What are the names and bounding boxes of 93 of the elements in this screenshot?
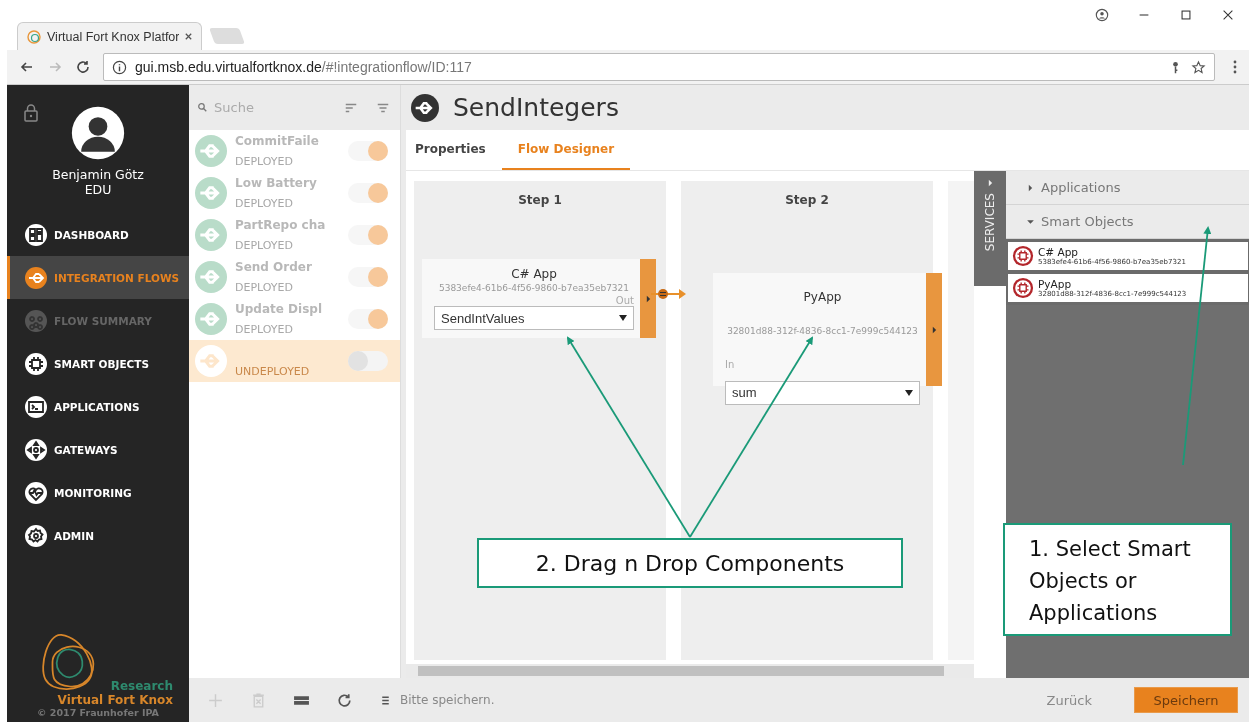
annotation-callout: 2. Drag n Drop Components [477, 538, 903, 588]
flow-icon [24, 265, 48, 290]
flow-icon [195, 219, 227, 251]
reload-icon[interactable] [75, 59, 91, 75]
gateway-icon [24, 437, 48, 462]
flow-status: DEPLOYED [235, 239, 294, 252]
user-role: EDU [84, 182, 112, 197]
settings-icon [24, 523, 48, 548]
item-name: PyApp [1038, 278, 1072, 290]
output-handle[interactable] [640, 259, 656, 338]
component-id: 32801d88-312f-4836-8cc1-7e999c544123 [727, 325, 918, 338]
port-label: In [725, 358, 736, 372]
flow-name: Low Battery [235, 176, 318, 190]
nav-item[interactable]: APPLICATIONS [7, 385, 189, 428]
port-label: Out [614, 295, 634, 306]
deploy-toggle[interactable] [348, 225, 388, 245]
nav-item[interactable]: SMART OBJECTS [7, 342, 189, 385]
annotation-callout: 1. Select Smart Objects or Applications [1003, 523, 1232, 636]
reload-icon[interactable] [336, 691, 353, 709]
step-title: Step 1 [518, 193, 562, 207]
flow-status: DEPLOYED [235, 323, 294, 336]
caret-icon [905, 390, 913, 396]
caret-icon [645, 294, 651, 303]
star-icon[interactable] [1191, 59, 1206, 75]
address-bar[interactable]: gui.msb.edu.virtualfortknox.de/#!integrationflow/ID:117 [103, 53, 1215, 81]
deploy-toggle[interactable] [348, 267, 388, 287]
component-id: 5383efe4-61b6-4f56-9860-b7ea35eb7321 [438, 283, 630, 293]
nav-item[interactable]: DASHBOARD [7, 213, 189, 256]
scrollbar-thumb[interactable] [418, 666, 944, 676]
search-icon [197, 102, 208, 113]
logo-icon [26, 28, 42, 45]
close-icon[interactable] [1221, 8, 1235, 22]
output-handle[interactable] [926, 273, 942, 386]
user-name: Benjamin Götz [52, 167, 144, 182]
info-icon [112, 59, 127, 75]
close-tab-icon[interactable] [184, 32, 193, 41]
connection-arrow [651, 287, 687, 301]
flow-name: Update Displ [235, 302, 323, 316]
flow-status: DEPLOYED [235, 281, 294, 294]
accordion-header[interactable]: Smart Objects [1006, 205, 1249, 239]
terminal-icon [24, 394, 48, 419]
dashboard-icon [24, 222, 48, 247]
chip-icon [1012, 245, 1034, 267]
flow-name: CommitFaile [235, 134, 320, 148]
status-text: Bitte speichern. [400, 693, 495, 707]
flow-icon [195, 135, 227, 167]
flow-name: PartRepo cha [235, 218, 327, 232]
account-icon[interactable] [1095, 8, 1109, 22]
nav-item[interactable]: ADMIN [7, 514, 189, 557]
caret-icon [1026, 219, 1035, 224]
logo-tagline: Research [110, 679, 173, 693]
port-dropdown[interactable]: sum [725, 381, 920, 405]
deploy-toggle[interactable] [348, 309, 388, 329]
component-card[interactable]: C# App 5383efe4-61b6-4f56-9860-b7ea35eb7321 Out SendIntValues [422, 259, 640, 338]
flow-status: DEPLOYED [235, 197, 294, 210]
flow-name: Send Order [235, 260, 313, 274]
copyright-text: © 2017 Fraunhofer IPA [37, 707, 159, 718]
port-dropdown[interactable]: SendIntValues [434, 306, 634, 330]
chip-icon [1012, 277, 1034, 299]
nav-item[interactable]: GATEWAYS [7, 428, 189, 471]
flow-status: DEPLOYED [235, 155, 294, 168]
deploy-toggle[interactable] [348, 141, 388, 161]
chip-icon [24, 351, 48, 376]
step-title: Step 2 [785, 193, 829, 207]
deploy-toggle[interactable] [348, 351, 388, 371]
heartbeat-icon [24, 480, 48, 505]
caret-icon [1028, 183, 1033, 192]
maximize-icon[interactable] [1179, 8, 1193, 22]
avatar-icon [70, 105, 126, 161]
logo-name: Virtual Fort Knox [57, 693, 173, 707]
accordion-header[interactable]: Applications [1006, 171, 1249, 205]
caret-icon [931, 325, 937, 334]
caret-icon [987, 179, 993, 187]
flow-icon [411, 93, 439, 122]
item-name: C# App [1038, 246, 1078, 258]
flow-icon [195, 303, 227, 335]
component-name: C# App [511, 267, 557, 281]
flow-icon [195, 177, 227, 209]
tab[interactable]: Properties [406, 130, 502, 170]
page-title: SendIntegers [453, 93, 619, 122]
network-icon [24, 308, 48, 333]
tab-title: Virtual Fort Knox Platfor [47, 29, 179, 44]
caret-icon [619, 315, 627, 321]
deploy-toggle[interactable] [348, 183, 388, 203]
flow-icon [195, 345, 227, 377]
url-text: gui.msb.edu.virtualfortknox.de/#!integrationflow/ID:117 [135, 59, 473, 75]
nav-item[interactable]: MONITORING [7, 471, 189, 514]
component-name: PyApp [803, 289, 842, 306]
services-tab[interactable]: SERVICES [974, 171, 1006, 286]
flow-icon [195, 261, 227, 293]
flow-status: UNDEPLOYED [235, 365, 311, 378]
browser-tab[interactable]: Virtual Fort Knox Platfor [17, 22, 202, 50]
lock-icon[interactable] [23, 103, 39, 123]
